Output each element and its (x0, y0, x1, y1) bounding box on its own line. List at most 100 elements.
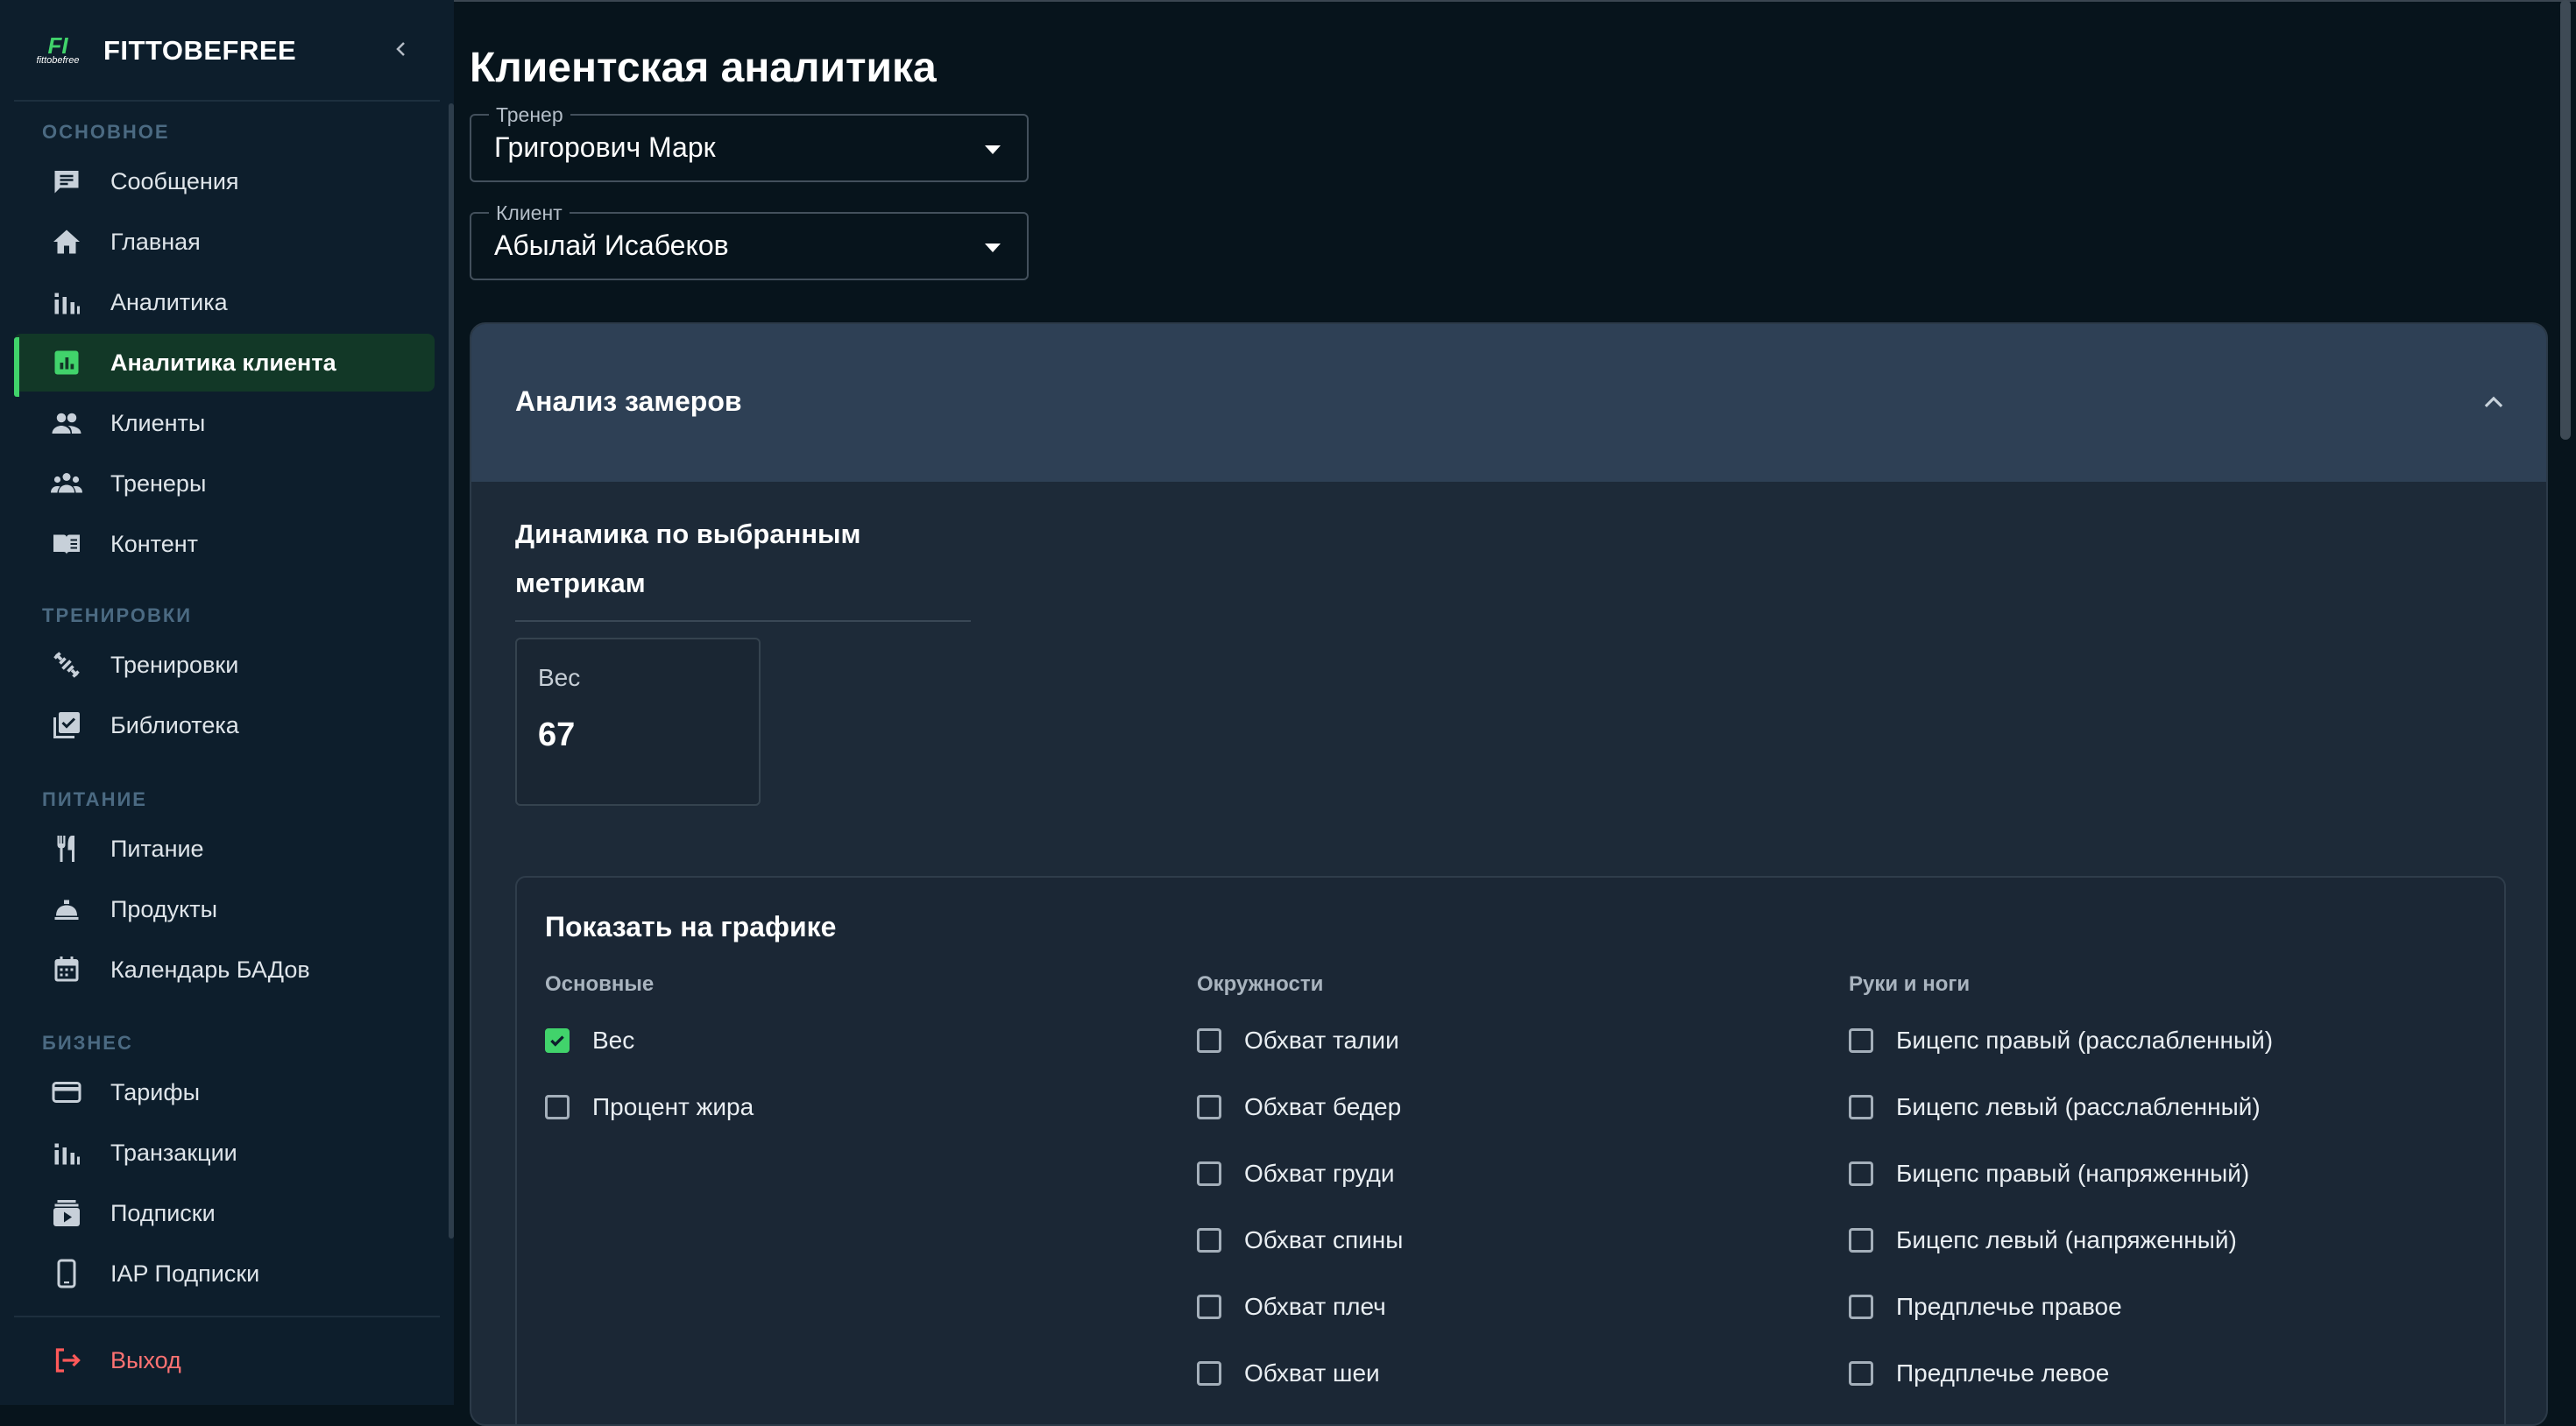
metric-checkbox-row[interactable]: Бицепс левый (напряженный) (1849, 1207, 2273, 1274)
sidebar-scrollbar[interactable] (449, 103, 454, 1239)
sidebar-item-label: Сообщения (110, 167, 239, 194)
sidebar-item-library[interactable]: Библиотека (14, 696, 435, 754)
groups-icon (49, 466, 84, 501)
metric-checkbox-row[interactable]: Обхват плеч (1197, 1274, 1403, 1340)
metric-checkbox-row[interactable]: Обхват бедер (1197, 1074, 1403, 1140)
client-select-label: Клиент (489, 201, 570, 225)
metric-checkbox-label: Бицепс правый (напряженный) (1896, 1160, 2250, 1187)
divider (14, 1316, 440, 1317)
checkbox[interactable] (1197, 1161, 1221, 1186)
metric-checkbox-label: Бицепс правый (расслабленный) (1896, 1027, 2274, 1054)
book-icon (49, 526, 84, 561)
measurements-card-header[interactable]: Анализ замеров (471, 324, 2546, 482)
sidebar-item-book[interactable]: Контент (14, 515, 435, 573)
sidebar-item-people[interactable]: Клиенты (14, 394, 435, 452)
sidebar-item-card[interactable]: Тарифы (14, 1063, 435, 1121)
sidebar-item-label: Тарифы (110, 1078, 201, 1105)
metric-value: 67 (538, 717, 576, 753)
sidebar-item-calendar[interactable]: Календарь БАДов (14, 941, 435, 999)
sidebar-item-phone[interactable]: IAP Подписки (14, 1245, 435, 1302)
metric-checkbox-row[interactable]: Предплечье левое (1849, 1340, 2273, 1407)
checkbox[interactable] (1197, 1228, 1221, 1253)
brand-logo-mark: FI (47, 32, 68, 59)
metric-column-title: Основные (545, 972, 655, 996)
metric-checkbox-label: Обхват талии (1244, 1027, 1399, 1054)
checkbox[interactable] (1197, 1361, 1221, 1386)
people-icon (49, 406, 84, 441)
trainer-select-value: Григорович Марк (494, 131, 716, 163)
sidebar-item-food[interactable]: Продукты (14, 880, 435, 938)
metric-checkbox-row[interactable]: Обхват талии (1197, 1007, 1403, 1074)
checkbox[interactable] (1849, 1361, 1873, 1386)
sidebar-item-label: Продукты (110, 895, 217, 922)
sidebar-item-fork-knife[interactable]: Питание (14, 820, 435, 878)
home-icon (49, 224, 84, 259)
show-on-chart-title: Показать на графике (545, 911, 837, 942)
message-icon (49, 164, 84, 199)
client-select[interactable]: Клиент Абылай Исабеков (470, 201, 1029, 280)
metric-checkbox-row[interactable]: Вес (545, 1007, 754, 1074)
divider (515, 620, 971, 622)
checkbox-checked[interactable] (545, 1028, 570, 1053)
sidebar-item-label: Аналитика (110, 288, 228, 315)
sidebar-item-home[interactable]: Главная (14, 213, 435, 271)
metric-checkbox-label: Вес (592, 1027, 635, 1054)
sidebar-item-label: Главная (110, 228, 201, 255)
checkbox[interactable] (1197, 1095, 1221, 1119)
sidebar-item-message[interactable]: Сообщения (14, 152, 435, 210)
check-icon (550, 1035, 564, 1047)
caret-down-icon (985, 145, 1001, 154)
metric-checkbox-row[interactable]: Обхват спины (1197, 1207, 1403, 1274)
sidebar-section-title: ОСНОВНОЕ (42, 121, 170, 143)
metric-checkbox-row[interactable]: Бицепс левый (расслабленный) (1849, 1074, 2273, 1140)
sidebar-section-title: ТРЕНИРОВКИ (42, 604, 193, 626)
sidebar-item-analytics[interactable]: Аналитика клиента (14, 334, 435, 392)
brand-name: FITTOBEFREE (103, 35, 297, 66)
measurements-card: Анализ замеров Динамика по выбранным мет… (470, 322, 2548, 1426)
sidebar-item-groups[interactable]: Тренеры (14, 455, 435, 512)
main-scrollbar[interactable] (2560, 0, 2571, 440)
library-icon (49, 708, 84, 743)
collapse-sidebar-button[interactable] (386, 33, 417, 65)
checkbox[interactable] (1197, 1295, 1221, 1319)
metric-checkbox-label: Процент жира (592, 1093, 754, 1120)
sidebar-item-label: Календарь БАДов (110, 956, 310, 983)
metric-column: Окружности Обхват талии Обхват бедер Обхват… (1197, 972, 1403, 1407)
active-indicator (14, 337, 19, 397)
checkbox[interactable] (1849, 1228, 1873, 1253)
checkbox[interactable] (1197, 1028, 1221, 1053)
sidebar-item-label: IAP Подписки (110, 1260, 260, 1287)
sidebar-item-bar-chart[interactable]: Аналитика (14, 273, 435, 331)
sidebar-section-title: БИЗНЕС (42, 1032, 133, 1054)
metric-checkbox-label: Бицепс левый (расслабленный) (1896, 1093, 2261, 1120)
checkbox[interactable] (1849, 1095, 1873, 1119)
metric-checkbox-row[interactable]: Бицепс правый (расслабленный) (1849, 1007, 2273, 1074)
caret-down-icon (985, 244, 1001, 252)
checkbox[interactable] (1849, 1295, 1873, 1319)
logout-label: Выход (110, 1346, 181, 1373)
sidebar-item-bar-chart[interactable]: Транзакции (14, 1124, 435, 1182)
checkbox[interactable] (1849, 1161, 1873, 1186)
metric-checkbox-row[interactable]: Бицепс правый (напряженный) (1849, 1140, 2273, 1207)
metric-checkbox-label: Обхват спины (1244, 1226, 1404, 1253)
dynamics-title: Динамика по выбранным метрикам (515, 519, 861, 598)
brand[interactable]: FI fittobefree FITTOBEFREE (26, 26, 296, 75)
card-icon (49, 1075, 84, 1110)
checkbox[interactable] (545, 1095, 570, 1119)
metric-checkbox-row[interactable]: Обхват шеи (1197, 1340, 1403, 1407)
sidebar-item-dumbbell[interactable]: Тренировки (14, 636, 435, 694)
metric-checkbox-row[interactable]: Предплечье правое (1849, 1274, 2273, 1340)
metric-checkbox-row[interactable]: Процент жира (545, 1074, 754, 1140)
metric-checkbox-label: Предплечье левое (1896, 1359, 2110, 1387)
sidebar-item-subscriptions[interactable]: Подписки (14, 1184, 435, 1242)
sidebar-item-label: Питание (110, 835, 204, 862)
metric-checkbox-row[interactable]: Обхват груди (1197, 1140, 1403, 1207)
logout-button[interactable]: Выход (14, 1331, 435, 1389)
metric-column: Основные Вес Процент жира (545, 972, 754, 1140)
checkbox[interactable] (1849, 1028, 1873, 1053)
metric-checkbox-label: Бицепс левый (напряженный) (1896, 1226, 2237, 1253)
trainer-select[interactable]: Тренер Григорович Марк (470, 103, 1029, 182)
sidebar-item-label: Клиенты (110, 409, 206, 436)
chevron-up-icon[interactable] (2476, 385, 2511, 420)
dumbbell-icon (49, 647, 84, 682)
